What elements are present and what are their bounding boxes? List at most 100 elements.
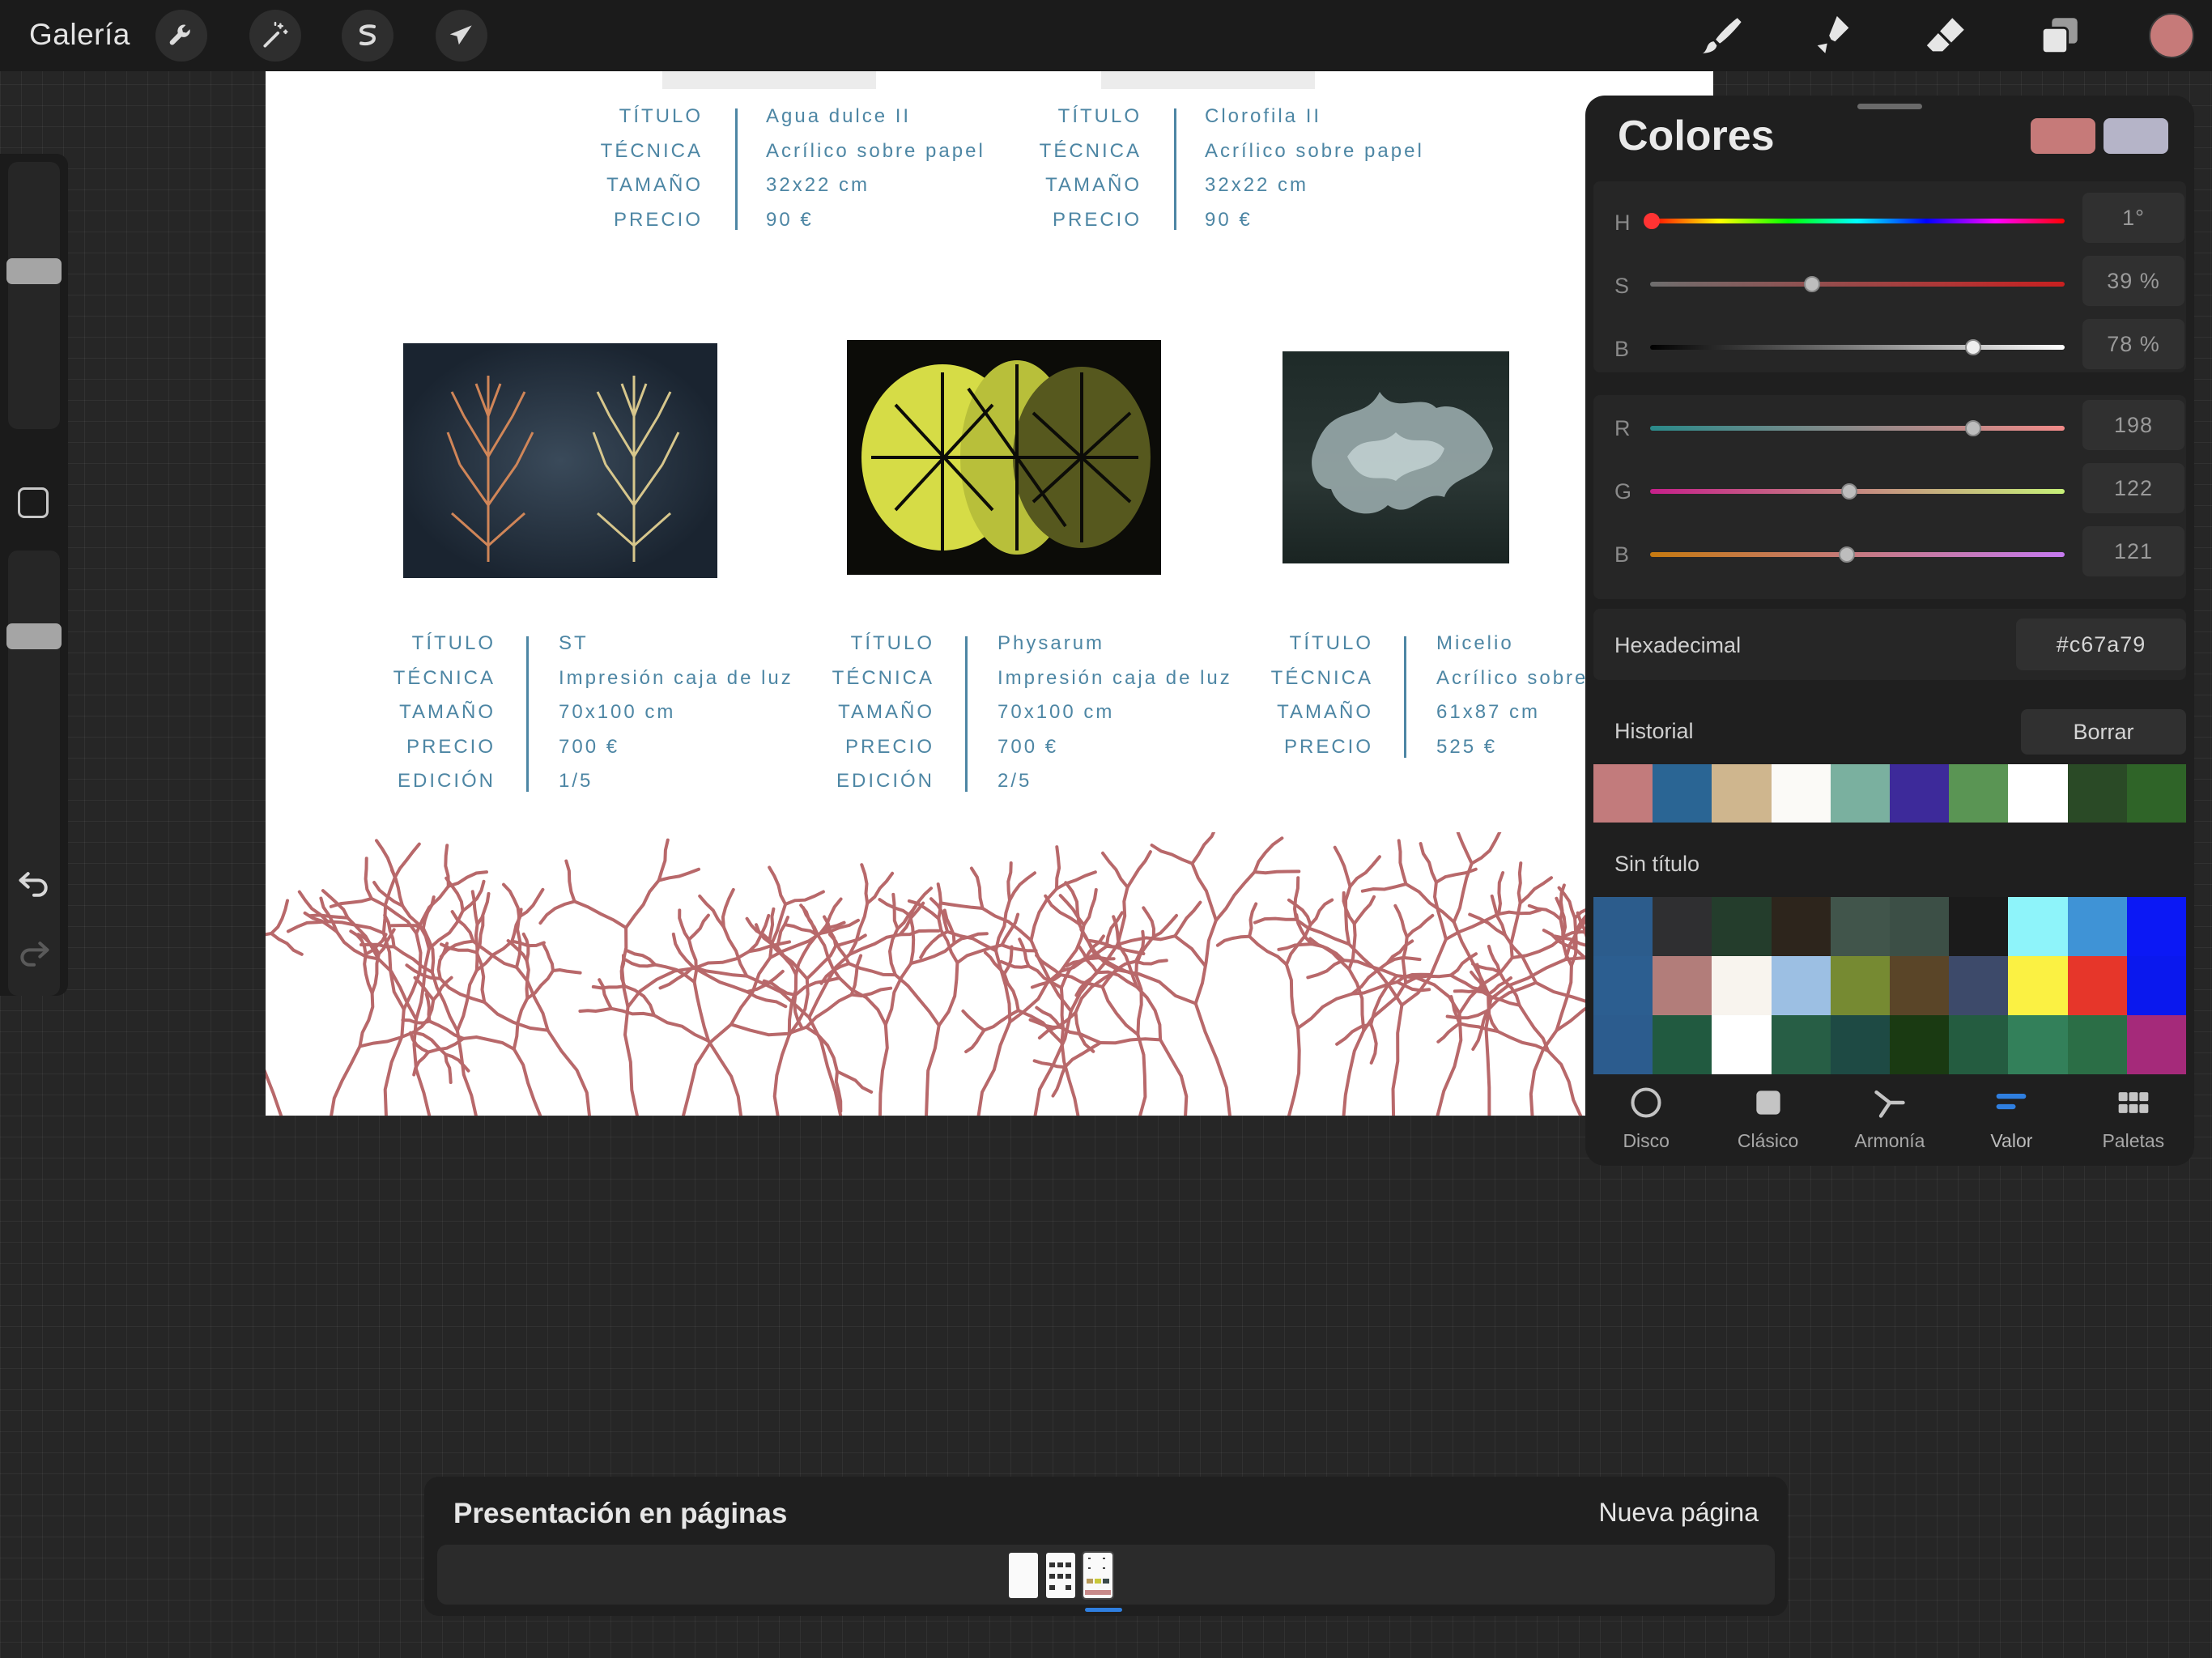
palette-swatch[interactable] — [2126, 1015, 2186, 1074]
palette-swatch[interactable] — [1593, 897, 1653, 956]
wrench-icon — [169, 24, 190, 45]
modify-square-icon[interactable] — [18, 487, 49, 518]
history-swatch[interactable] — [2008, 764, 2068, 823]
saturation-knob[interactable] — [1803, 276, 1820, 292]
primary-color-swatch[interactable] — [2031, 118, 2095, 154]
color-picker-button[interactable] — [2149, 13, 2194, 58]
history-swatch[interactable] — [1653, 764, 1712, 823]
opacity-thumb[interactable] — [6, 623, 62, 649]
field-label: TÉCNICA — [1270, 666, 1373, 689]
palette-swatch[interactable] — [2008, 1015, 2068, 1074]
history-swatch[interactable] — [2067, 764, 2127, 823]
page-thumbnail[interactable] — [1046, 1553, 1075, 1598]
actions-wrench-button[interactable] — [155, 10, 207, 62]
info-divider — [1174, 108, 1176, 230]
palette-swatch[interactable] — [1653, 1015, 1712, 1074]
brush-tool-button[interactable] — [1694, 10, 1746, 62]
hue-slider[interactable] — [1643, 213, 2065, 229]
blue-value[interactable]: 121 — [2082, 526, 2184, 576]
green-slider[interactable] — [1650, 483, 2065, 500]
history-swatch[interactable] — [1771, 764, 1831, 823]
palette-swatch[interactable] — [1653, 897, 1712, 956]
brush-size-thumb[interactable] — [6, 258, 62, 285]
gallery-button[interactable]: Galería — [29, 18, 130, 52]
drawing-canvas[interactable]: TÍTULO TÉCNICA TAMAÑO PRECIO Agua dulce … — [266, 71, 1713, 1116]
palette-swatch[interactable] — [2067, 897, 2127, 956]
green-label: G — [1614, 479, 1632, 504]
brightness-knob[interactable] — [1965, 339, 1982, 355]
palette-swatch[interactable] — [1889, 956, 1950, 1015]
brightness-value[interactable]: 78 % — [2082, 319, 2184, 369]
palette-swatch[interactable] — [2126, 897, 2186, 956]
saturation-value[interactable]: 39 % — [2082, 256, 2184, 306]
hue-knob[interactable] — [1643, 213, 1660, 229]
mode-tab-valor[interactable]: Valor — [1950, 1073, 2072, 1166]
hue-value[interactable]: 1° — [2082, 193, 2184, 243]
mode-tab-disco[interactable]: Disco — [1585, 1073, 1707, 1166]
palette-swatch[interactable] — [1949, 956, 2009, 1015]
brush-size-slider[interactable] — [6, 162, 62, 429]
palette-swatch[interactable] — [1889, 1015, 1950, 1074]
mode-tab-armonia[interactable]: Armonía — [1829, 1073, 1950, 1166]
history-swatch[interactable] — [1712, 764, 1772, 823]
palette-swatch[interactable] — [1712, 897, 1772, 956]
rgb-sliders: R 198 G 122 B 121 — [1593, 395, 2186, 599]
red-slider[interactable] — [1650, 420, 2065, 436]
top-toolbar: Galería — [0, 0, 2212, 71]
palette-swatch[interactable] — [2126, 956, 2186, 1015]
palette-swatch[interactable] — [2067, 1015, 2127, 1074]
blue-knob[interactable] — [1839, 546, 1856, 563]
transform-button[interactable] — [436, 10, 487, 62]
history-swatch[interactable] — [1889, 764, 1950, 823]
blue-slider[interactable] — [1650, 546, 2065, 563]
palette-swatch[interactable] — [2067, 956, 2127, 1015]
palette-swatch[interactable] — [1712, 956, 1772, 1015]
eraser-tool-button[interactable] — [1921, 10, 1972, 62]
history-swatch[interactable] — [1593, 764, 1653, 823]
new-page-button[interactable]: Nueva página — [1599, 1498, 1759, 1528]
page-thumbnail[interactable] — [1009, 1553, 1038, 1598]
history-swatch[interactable] — [1830, 764, 1890, 823]
palette-swatch[interactable] — [1830, 956, 1890, 1015]
page-thumbnail-current[interactable] — [1082, 1551, 1114, 1600]
layers-button[interactable] — [2034, 10, 2086, 62]
field-value: 90 € — [1205, 208, 1253, 231]
palette-swatch[interactable] — [1949, 1015, 2009, 1074]
smudge-tool-button[interactable] — [1807, 10, 1859, 62]
clear-history-button[interactable]: Borrar — [2021, 709, 2186, 755]
history-swatch[interactable] — [1949, 764, 2009, 823]
saturation-slider[interactable] — [1650, 276, 2065, 292]
value-sliders-icon — [1997, 1094, 2027, 1110]
palette-swatch[interactable] — [1830, 897, 1890, 956]
mode-tab-paletas[interactable]: Paletas — [2073, 1073, 2194, 1166]
undo-icon[interactable] — [16, 866, 52, 902]
mode-tab-clasico[interactable]: Clásico — [1707, 1073, 1828, 1166]
palette-swatch[interactable] — [1949, 897, 2009, 956]
brightness-slider[interactable] — [1650, 339, 2065, 355]
opacity-slider[interactable] — [6, 551, 62, 996]
palette-swatch[interactable] — [1593, 956, 1653, 1015]
palette-swatch[interactable] — [1889, 897, 1950, 956]
hex-input[interactable]: #c67a79 — [2016, 619, 2186, 670]
coral-border-illustration — [266, 832, 1713, 1116]
selection-button[interactable] — [342, 10, 393, 62]
palette-swatch[interactable] — [1771, 1015, 1831, 1074]
red-value[interactable]: 198 — [2082, 400, 2184, 450]
green-knob[interactable] — [1840, 483, 1857, 500]
red-label: R — [1614, 416, 1631, 440]
history-swatch[interactable] — [2126, 764, 2186, 823]
palette-swatch[interactable] — [2008, 956, 2068, 1015]
palette-swatch[interactable] — [1653, 956, 1712, 1015]
palette-swatch[interactable] — [1712, 1015, 1772, 1074]
palette-swatch[interactable] — [2008, 897, 2068, 956]
palette-swatch[interactable] — [1771, 897, 1831, 956]
palette-swatch[interactable] — [1593, 1015, 1653, 1074]
redo-icon[interactable] — [16, 936, 52, 971]
panel-grabber[interactable] — [1857, 104, 1922, 109]
red-knob[interactable] — [1965, 420, 1982, 436]
palette-swatch[interactable] — [1830, 1015, 1890, 1074]
adjustments-button[interactable] — [249, 10, 301, 62]
secondary-color-swatch[interactable] — [2104, 118, 2168, 154]
palette-swatch[interactable] — [1771, 956, 1831, 1015]
green-value[interactable]: 122 — [2082, 463, 2184, 513]
